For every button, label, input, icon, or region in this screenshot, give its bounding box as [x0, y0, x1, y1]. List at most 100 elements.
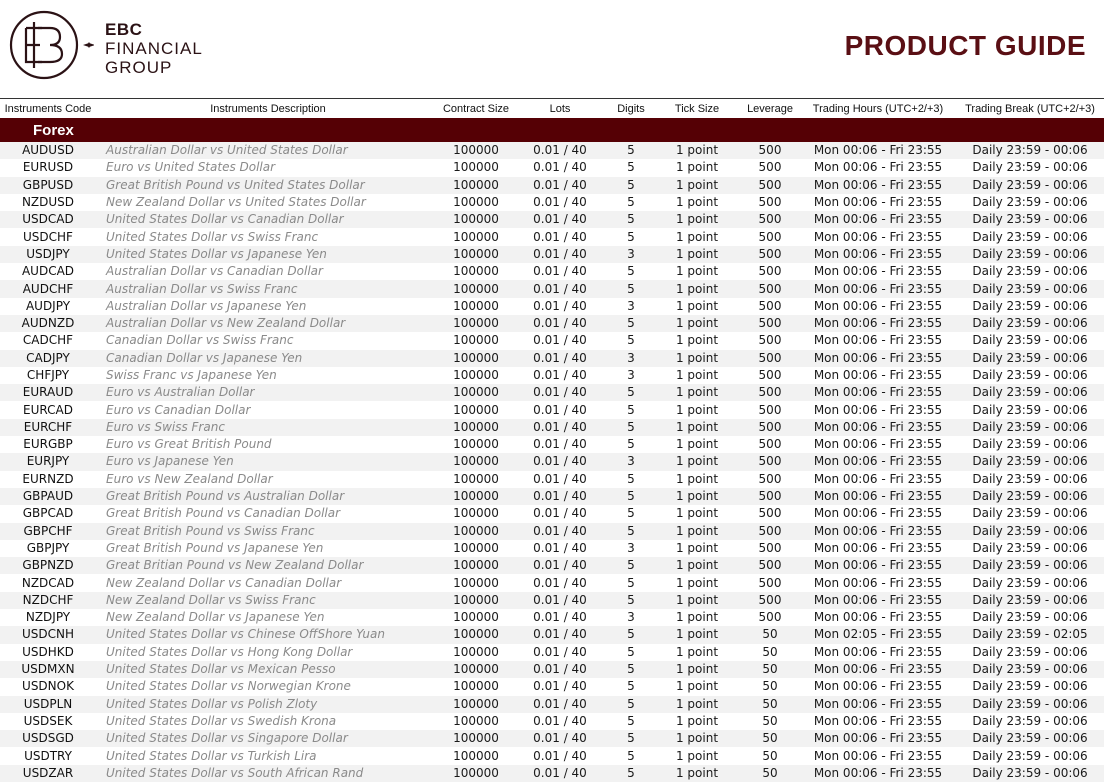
leverage: 500 — [740, 142, 800, 160]
instrument-code: EURAUD — [0, 384, 96, 402]
lots: 0.01 / 40 — [512, 660, 608, 679]
leverage: 500 — [758, 610, 782, 625]
lots: 0.01 / 40 — [512, 176, 608, 194]
instrument-code: NZDUSD — [21, 195, 75, 210]
tick-size: 1 point — [654, 557, 740, 575]
trading-break: Daily 23:59 - 00:06 — [972, 471, 1088, 486]
instrument-description: New Zealand Dollar vs Canadian Dollar — [106, 575, 342, 590]
instrument-description: United States Dollar vs Swedish Krona — [106, 713, 337, 728]
lots: 0.01 / 40 — [512, 453, 608, 471]
lots: 0.01 / 40 — [533, 333, 587, 348]
trading-break: Daily 23:59 - 00:06 — [972, 679, 1088, 694]
instrument-code: GBPNZD — [0, 557, 96, 575]
contract-size: 100000 — [453, 160, 499, 175]
table-row: NZDCAD New Zealand Dollar vs Canadian Dol… — [0, 574, 1104, 591]
leverage: 500 — [758, 506, 782, 521]
instrument-code: CHFJPY — [26, 368, 70, 382]
table-row: GBPAUD Great British Pound vs Australian … — [0, 487, 1104, 506]
lots: 0.01 / 40 — [512, 626, 608, 644]
instrument-description: Euro vs Canadian Dollar — [106, 402, 251, 417]
trading-break: Daily 23:59 - 00:06 — [972, 610, 1088, 625]
trading-break: Daily 23:59 - 00:06 — [956, 176, 1104, 194]
table-row: USDCNH United States Dollar vs Chinese Of… — [0, 626, 1104, 644]
table-row: NZDUSD New Zealand Dollar vs United State… — [0, 194, 1104, 211]
leverage: 500 — [740, 384, 800, 402]
instrument-description: Australian Dollar vs Canadian Dollar — [106, 264, 323, 279]
digits: 5 — [608, 487, 654, 506]
digits: 5 — [627, 160, 635, 175]
product-table: Instruments Code Instruments Description… — [0, 100, 1104, 782]
contract-size: 100000 — [453, 298, 499, 313]
instrument-code: GBPAUD — [0, 487, 96, 506]
digits: 5 — [608, 660, 654, 679]
lots: 0.01 / 40 — [512, 211, 608, 229]
contract-size: 100000 — [440, 764, 512, 782]
tick-size: 1 point — [654, 730, 740, 748]
column-header: Contract Size — [442, 103, 510, 115]
contract-size: 100000 — [440, 695, 512, 713]
instrument-code: AUDCHF — [0, 280, 96, 298]
contract-size: 100000 — [440, 176, 512, 194]
table-row: AUDCAD Australian Dollar vs Canadian Doll… — [0, 263, 1104, 280]
digits: 5 — [608, 730, 654, 748]
table-row: EURAUD Euro vs Australian Dollar 100000 0.0… — [0, 384, 1104, 402]
instrument-description: Swiss Franc vs Japanese Yen — [106, 368, 277, 382]
lots: 0.01 / 40 — [533, 540, 587, 555]
trading-hours: Mon 00:06 - Fri 23:55 — [800, 522, 956, 540]
trading-hours: Mon 00:06 - Fri 23:55 — [813, 437, 943, 452]
leverage: 500 — [740, 557, 800, 575]
trading-hours: Mon 00:06 - Fri 23:55 — [813, 644, 943, 659]
lots: 0.01 / 40 — [512, 142, 608, 160]
trading-hours: Mon 00:06 - Fri 23:55 — [800, 176, 956, 194]
lots: 0.01 / 40 — [533, 298, 587, 313]
trading-hours: Mon 00:06 - Fri 23:55 — [813, 506, 943, 521]
trading-break: Daily 23:59 - 00:06 — [972, 368, 1088, 382]
table-row: CHFJPY Swiss Franc vs Japanese Yen 100000 0… — [0, 367, 1104, 384]
tick-size: 1 point — [675, 160, 719, 175]
trading-hours: Mon 00:06 - Fri 23:55 — [800, 314, 956, 333]
tick-size: 1 point — [675, 437, 719, 452]
tick-size: 1 point — [675, 333, 719, 348]
trading-hours: Mon 00:06 - Fri 23:55 — [813, 610, 943, 625]
lots: 0.01 / 40 — [512, 314, 608, 333]
contract-size: 100000 — [440, 142, 512, 160]
digits: 5 — [627, 195, 635, 210]
lots: 0.01 / 40 — [512, 522, 608, 540]
contract-size: 100000 — [440, 211, 512, 229]
tick-size: 1 point — [654, 591, 740, 610]
instrument-code: USDCNH — [0, 626, 96, 644]
trading-hours: Mon 00:06 - Fri 23:55 — [800, 211, 956, 229]
trading-break: Daily 23:59 - 00:06 — [972, 229, 1088, 244]
trading-break: Daily 23:59 - 02:05 — [956, 626, 1104, 644]
table-row: GBPCHF Great British Pound vs Swiss Franc… — [0, 522, 1104, 540]
contract-size: 100000 — [453, 471, 499, 486]
instrument-description: United States Dollar vs Singapore Dollar — [96, 730, 440, 748]
trading-break: Daily 23:59 - 00:06 — [956, 349, 1104, 367]
table-row: AUDNZD Australian Dollar vs New Zealand D… — [0, 314, 1104, 333]
contract-size: 100000 — [453, 333, 499, 348]
instrument-description: United States Dollar vs Hong Kong Dollar — [106, 644, 353, 659]
trading-break: Daily 23:59 - 00:06 — [956, 557, 1104, 575]
instrument-code: GBPJPY — [26, 540, 70, 555]
tick-size: 1 point — [654, 626, 740, 644]
trading-hours: Mon 00:06 - Fri 23:55 — [813, 679, 943, 694]
trading-break: Daily 23:59 - 00:06 — [972, 437, 1088, 452]
lots: 0.01 / 40 — [512, 695, 608, 713]
instrument-description: Great British Pound vs Canadian Dollar — [106, 506, 341, 521]
table-row: AUDUSD Australian Dollar vs United States… — [0, 142, 1104, 160]
table-row: USDSEK United States Dollar vs Swedish Kr… — [0, 713, 1104, 730]
lots: 0.01 / 40 — [533, 437, 587, 452]
leverage: 500 — [758, 298, 782, 313]
digits: 5 — [608, 384, 654, 402]
brand-name: EBC FINANCIAL GROUP — [105, 20, 203, 77]
table-row: USDTRY United States Dollar vs Turkish Li… — [0, 747, 1104, 764]
tick-size: 1 point — [654, 418, 740, 437]
contract-size: 100000 — [440, 626, 512, 644]
leverage: 50 — [740, 660, 800, 679]
trading-hours: Mon 00:06 - Fri 23:55 — [800, 730, 956, 748]
trading-break: Daily 23:59 - 00:06 — [972, 540, 1088, 555]
digits: 3 — [608, 245, 654, 264]
column-header: Instruments Code — [4, 103, 92, 115]
lots: 0.01 / 40 — [533, 506, 587, 521]
digits: 5 — [627, 713, 635, 728]
